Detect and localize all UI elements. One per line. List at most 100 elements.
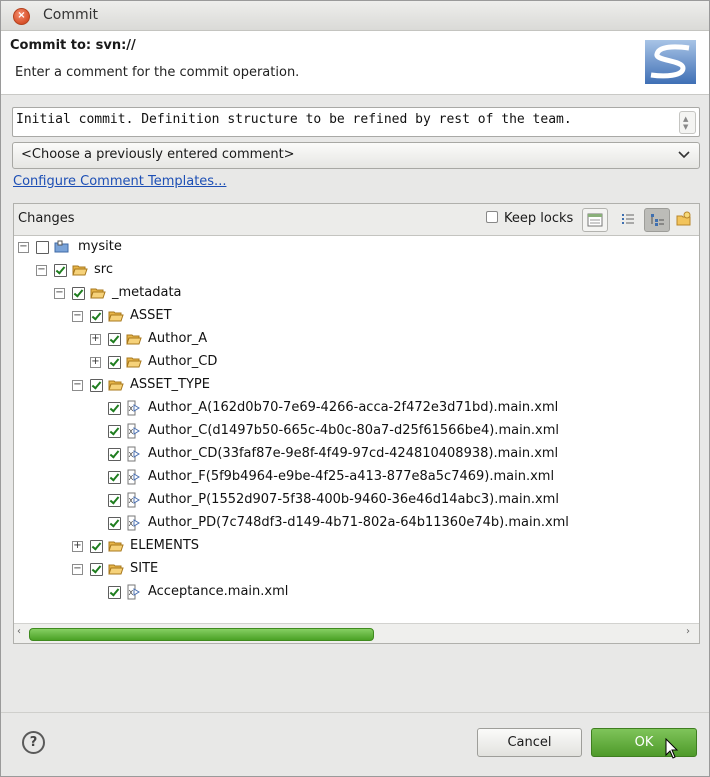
flat-view-button[interactable] bbox=[616, 208, 640, 230]
tree-row[interactable]: + Author_CD bbox=[14, 352, 699, 374]
collapse-icon[interactable]: − bbox=[72, 311, 83, 322]
tree-checkbox[interactable] bbox=[108, 356, 121, 369]
collapse-icon[interactable]: − bbox=[54, 288, 65, 299]
tree-row[interactable]: − mysite bbox=[14, 237, 699, 259]
tree-row[interactable]: + ELEMENTS bbox=[14, 536, 699, 558]
expand-icon[interactable]: + bbox=[90, 357, 101, 368]
xml-file-icon: X bbox=[127, 469, 140, 485]
changes-toolbar: Changes Keep locks bbox=[14, 204, 699, 236]
tree-checkbox[interactable] bbox=[90, 310, 103, 323]
tree-checkbox[interactable] bbox=[90, 563, 103, 576]
compare-view-button[interactable] bbox=[582, 208, 608, 232]
tree-item-label: Author_A(162d0b70-7e69-4266-acca-2f472e3… bbox=[148, 400, 559, 415]
tree-row[interactable]: − _metadata bbox=[14, 283, 699, 305]
xml-file-icon: X bbox=[127, 515, 140, 531]
tree-row[interactable]: X Author_C(d1497b50-665c-4b0c-80a7-d25f61… bbox=[14, 421, 699, 443]
tree-view-button[interactable] bbox=[644, 208, 670, 232]
tree-row[interactable]: X Author_PD(7c748df3-d149-4b71-802a-64b11… bbox=[14, 513, 699, 535]
tree-checkbox[interactable] bbox=[90, 379, 103, 392]
folder-icon bbox=[126, 357, 142, 368]
compare-icon bbox=[587, 213, 603, 227]
tree-checkbox[interactable] bbox=[36, 241, 49, 254]
tree-row[interactable]: X Author_P(1552d907-5f38-400b-9460-36e46d… bbox=[14, 490, 699, 512]
configure-templates-link[interactable]: Configure Comment Templates... bbox=[13, 174, 226, 189]
xml-file-icon: X bbox=[127, 400, 140, 416]
help-icon[interactable]: ? bbox=[22, 731, 45, 754]
tree-checkbox[interactable] bbox=[108, 402, 121, 415]
tree-item-label: src bbox=[94, 262, 113, 277]
folder-icon bbox=[72, 265, 88, 276]
title-bar: × Commit bbox=[1, 1, 709, 31]
expand-icon[interactable]: + bbox=[90, 334, 101, 345]
tree-item-label: Author_CD(33faf87e-9e8f-4f49-97cd-424810… bbox=[148, 446, 559, 461]
tree-item-label: Author_F(5f9b4964-e9be-4f25-a413-877e8a5… bbox=[148, 469, 555, 484]
keep-locks-checkbox[interactable]: Keep locks bbox=[486, 211, 573, 226]
button-bar-separator bbox=[1, 712, 709, 713]
folder-icon bbox=[108, 311, 124, 322]
keep-locks-label: Keep locks bbox=[504, 211, 574, 226]
tree-checkbox[interactable] bbox=[108, 517, 121, 530]
previous-comment-combo[interactable]: <Choose a previously entered comment> bbox=[12, 142, 700, 169]
tree-checkbox[interactable] bbox=[108, 471, 121, 484]
tree-row[interactable]: − ASSET_TYPE bbox=[14, 375, 699, 397]
commit-dialog: × Commit Commit to: svn:// Enter a comme… bbox=[0, 0, 710, 777]
keep-locks-box[interactable] bbox=[486, 211, 498, 223]
tree-row[interactable]: + Author_A bbox=[14, 329, 699, 351]
tree-row[interactable]: X Author_CD(33faf87e-9e8f-4f49-97cd-42481… bbox=[14, 444, 699, 466]
svg-text:X: X bbox=[129, 428, 134, 436]
tree-row[interactable]: X Author_F(5f9b4964-e9be-4f25-a413-877e8a… bbox=[14, 467, 699, 489]
tree-checkbox[interactable] bbox=[54, 264, 67, 277]
tree-checkbox[interactable] bbox=[108, 494, 121, 507]
close-icon[interactable]: × bbox=[13, 8, 30, 25]
mouse-cursor-icon bbox=[665, 738, 679, 759]
tree-row[interactable]: − ASSET bbox=[14, 306, 699, 328]
tree-row[interactable]: X Author_A(162d0b70-7e69-4266-acca-2f472e… bbox=[14, 398, 699, 420]
svg-text:X: X bbox=[129, 589, 134, 597]
tree-item-label: Author_C(d1497b50-665c-4b0c-80a7-d25f615… bbox=[148, 423, 560, 438]
tree-item-label: ASSET_TYPE bbox=[130, 377, 210, 392]
changes-title: Changes bbox=[18, 211, 75, 226]
scroll-right-icon[interactable]: › bbox=[686, 626, 690, 637]
compressed-folders-button[interactable] bbox=[672, 208, 696, 230]
xml-file-icon: X bbox=[127, 423, 140, 439]
tree-checkbox[interactable] bbox=[108, 333, 121, 346]
comment-textarea[interactable]: Initial commit. Definition structure to … bbox=[12, 107, 700, 137]
collapse-icon[interactable]: − bbox=[18, 242, 29, 253]
dialog-header: Commit to: svn:// Enter a comment for th… bbox=[1, 31, 709, 95]
scroll-left-icon[interactable]: ‹ bbox=[17, 626, 21, 637]
changes-tree: − mysite − src − _metadata − ASSET + Author_A + Aut… bbox=[14, 236, 699, 622]
svg-text:X: X bbox=[129, 451, 134, 459]
tree-icon bbox=[651, 214, 664, 226]
tree-item-label: Author_PD(7c748df3-d149-4b71-802a-64b113… bbox=[148, 515, 569, 530]
cancel-button[interactable]: Cancel bbox=[477, 728, 582, 757]
scroll-thumb[interactable] bbox=[29, 628, 374, 641]
tree-checkbox[interactable] bbox=[90, 540, 103, 553]
tree-item-label: ASSET bbox=[130, 308, 172, 323]
expand-icon[interactable]: + bbox=[72, 541, 83, 552]
commit-target-title: Commit to: svn:// bbox=[10, 38, 136, 53]
collapse-icon[interactable]: − bbox=[72, 380, 83, 391]
project-icon bbox=[54, 240, 69, 253]
tree-item-label: Author_CD bbox=[148, 354, 218, 369]
tree-row[interactable]: X Acceptance.main.xml bbox=[14, 582, 699, 604]
scroll-up-icon[interactable]: ▲ bbox=[683, 116, 688, 123]
tree-item-label: mysite bbox=[78, 239, 122, 254]
list-icon bbox=[622, 214, 634, 224]
folder-tree-icon bbox=[676, 211, 691, 226]
collapse-icon[interactable]: − bbox=[36, 265, 47, 276]
tree-checkbox[interactable] bbox=[72, 287, 85, 300]
tree-checkbox[interactable] bbox=[108, 586, 121, 599]
tree-item-label: ELEMENTS bbox=[130, 538, 200, 553]
xml-file-icon: X bbox=[127, 492, 140, 508]
tree-checkbox[interactable] bbox=[108, 425, 121, 438]
folder-icon bbox=[90, 288, 106, 299]
scroll-down-icon[interactable]: ▼ bbox=[683, 124, 688, 131]
collapse-icon[interactable]: − bbox=[72, 564, 83, 575]
tree-row[interactable]: − SITE bbox=[14, 559, 699, 581]
folder-icon bbox=[108, 564, 124, 575]
comment-scrollbar[interactable]: ▲ ▼ bbox=[679, 111, 696, 134]
tree-row[interactable]: − src bbox=[14, 260, 699, 282]
ok-button[interactable]: OK bbox=[591, 728, 697, 757]
tree-checkbox[interactable] bbox=[108, 448, 121, 461]
horizontal-scrollbar[interactable]: ‹ › bbox=[14, 623, 699, 643]
